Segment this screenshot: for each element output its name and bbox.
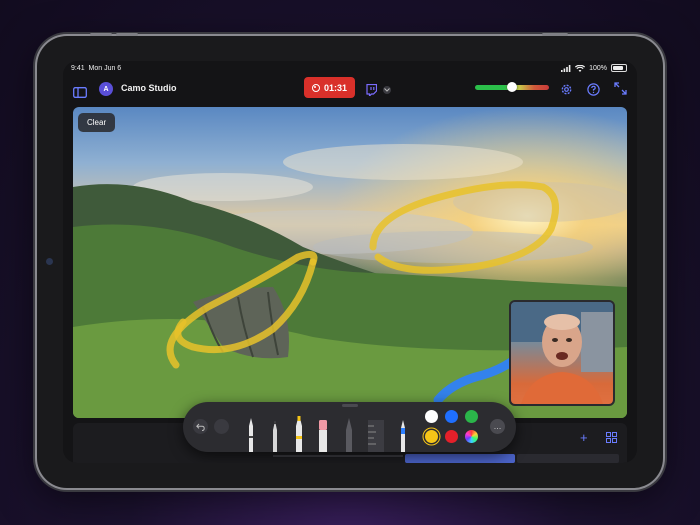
volume-button <box>90 33 112 36</box>
scene-thumbnail[interactable] <box>517 454 619 463</box>
undo-icon[interactable] <box>193 419 208 434</box>
color-picker-icon[interactable] <box>465 430 478 443</box>
app-title: Camo Studio <box>121 83 177 93</box>
fountain-pen-tool-icon[interactable] <box>397 418 409 452</box>
front-camera <box>46 258 53 265</box>
highlighter-tool-icon[interactable] <box>293 414 305 452</box>
eraser-tool-icon[interactable] <box>317 420 329 452</box>
twitch-icon[interactable] <box>365 84 377 96</box>
ruler-tool-icon[interactable] <box>368 420 384 452</box>
power-button <box>542 33 568 36</box>
color-swatch-blue[interactable] <box>445 410 458 423</box>
clear-button[interactable]: Clear <box>78 113 116 132</box>
palette-drag-handle[interactable] <box>342 404 358 407</box>
add-icon[interactable]: + <box>580 431 588 444</box>
color-swatch-yellow[interactable] <box>425 430 438 443</box>
grid-icon[interactable] <box>605 431 617 443</box>
wifi-icon <box>575 64 586 72</box>
avatar[interactable]: A <box>99 82 113 96</box>
more-options-button[interactable]: … <box>490 419 505 434</box>
pencil-tool-icon[interactable] <box>269 418 281 452</box>
camera-pip[interactable] <box>509 300 615 406</box>
app-screen: 9:41 Mon Jun 6 100% A Camo Studio 01:31 <box>63 61 637 463</box>
audio-level-knob[interactable] <box>507 82 517 92</box>
sidebar-toggle-icon[interactable] <box>73 86 87 98</box>
fullscreen-icon[interactable] <box>614 82 627 95</box>
color-swatch-white[interactable] <box>425 410 438 423</box>
presenter-image <box>511 302 613 404</box>
avatar-letter: A <box>103 85 109 93</box>
status-right: 100% <box>561 64 627 72</box>
battery-percent: 100% <box>589 64 607 72</box>
help-icon[interactable] <box>587 83 600 96</box>
volume-button <box>116 33 138 36</box>
gear-icon[interactable] <box>560 83 573 96</box>
drawing-palette: … <box>183 402 516 452</box>
chevron-down-icon[interactable] <box>383 86 391 94</box>
recording-time: 01:31 <box>323 82 348 93</box>
redo-icon[interactable] <box>214 419 229 434</box>
status-bar: 9:41 Mon Jun 6 100% <box>63 61 637 77</box>
audio-level-meter[interactable] <box>475 82 549 92</box>
record-icon <box>311 83 320 92</box>
signal-icon <box>561 64 571 72</box>
toolbar: A Camo Studio 01:31 <box>63 77 637 107</box>
status-time: 9:41 Mon Jun 6 <box>71 65 122 72</box>
battery-icon <box>611 64 627 72</box>
color-swatch-green[interactable] <box>465 410 478 423</box>
marker-tool-icon[interactable] <box>343 418 355 452</box>
timeline-bar <box>273 455 403 457</box>
record-button[interactable]: 01:31 <box>304 77 355 98</box>
color-swatch-red[interactable] <box>445 430 458 443</box>
scene-thumbnail[interactable] <box>405 454 515 463</box>
pen-tool-icon[interactable] <box>245 416 257 452</box>
